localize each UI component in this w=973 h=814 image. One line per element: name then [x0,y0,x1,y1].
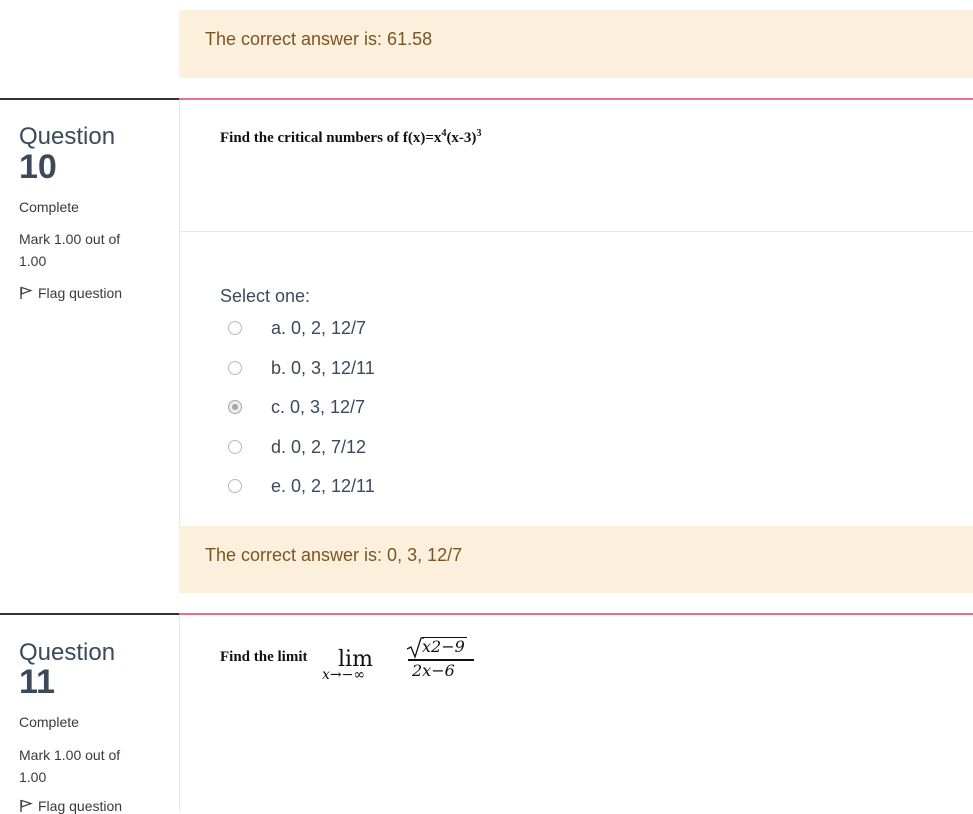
q10-option[interactable]: c. 0, 3, 12/7 [220,397,520,419]
q10-feedback-text: The correct answer is: 0, 3, 12/7 [205,545,463,565]
option-label[interactable]: e. 0, 2, 12/11 [271,476,375,497]
q10-options: a. 0, 2, 12/7 b. 0, 3, 12/11 c. 0, 3, 12/7… [220,318,520,508]
q10-column-separator [179,100,180,526]
q10-content-divider [179,98,973,100]
q10-option[interactable]: e. 0, 2, 12/11 [220,476,520,498]
q11-limit-expression: lim x→−∞ x2−9 2x−6 [322,637,482,687]
option-label[interactable]: d. 0, 2, 7/12 [271,437,366,458]
q10-select-one: Select one: [220,286,311,306]
q10-text-answer-separator [180,231,973,232]
q11-content-divider [179,613,973,615]
option-radio[interactable] [228,439,242,454]
q10-mark-total: 1.00 [19,253,47,269]
q10-mark: Mark 1.00 out of [19,231,121,247]
q11-info-divider [0,613,179,615]
q11-question-text: Find the limit [220,649,308,665]
q10-state: Complete [19,199,79,215]
option-radio[interactable] [228,360,242,375]
q10-question-text: Find the critical numbers of f(x)=x4(x-3… [220,128,481,147]
q10-flag-label: Flag question [38,285,123,301]
option-label[interactable]: a. 0, 2, 12/7 [271,318,366,339]
option-label[interactable]: b. 0, 3, 12/11 [271,358,375,379]
q11-question-number: 11 [19,663,55,701]
option-radio[interactable] [228,479,242,493]
limit-subscript: x→−∞ [322,667,366,683]
previous-feedback-text: The correct answer is: 61.58 [205,29,433,49]
q11-flag-question[interactable]: Flag question [19,798,122,814]
q11-column-separator [179,615,180,811]
q10-flag-question[interactable]: Flag question [19,285,122,301]
q10-feedback-box: The correct answer is: 0, 3, 12/7 [179,526,973,593]
q10-text-part1: Find the critical numbers of f(x)=x [220,130,442,146]
q10-info-divider [0,98,179,100]
q10-option[interactable]: a. 0, 2, 12/7 [220,318,520,340]
q11-state: Complete [19,714,79,730]
q10-option[interactable]: b. 0, 3, 12/11 [220,358,520,380]
q10-text-part2: (x-3) [446,130,477,146]
q10-exponent-2: 3 [476,128,482,139]
limit-numerator: x2−9 [422,637,467,656]
limit-denominator: 2x−6 [412,661,455,680]
option-radio[interactable] [228,321,242,335]
option-label[interactable]: c. 0, 3, 12/7 [271,397,365,418]
q10-question-number: 10 [19,148,57,186]
option-radio[interactable] [228,400,242,414]
previous-feedback-box: The correct answer is: 61.58 [179,10,973,78]
flag-icon [20,286,33,299]
q11-mark: Mark 1.00 out of [19,747,121,763]
q11-flag-label: Flag question [38,798,123,814]
q11-mark-total: 1.00 [19,769,47,785]
q10-question-label: Question [19,123,116,150]
q10-option[interactable]: d. 0, 2, 7/12 [220,437,520,459]
